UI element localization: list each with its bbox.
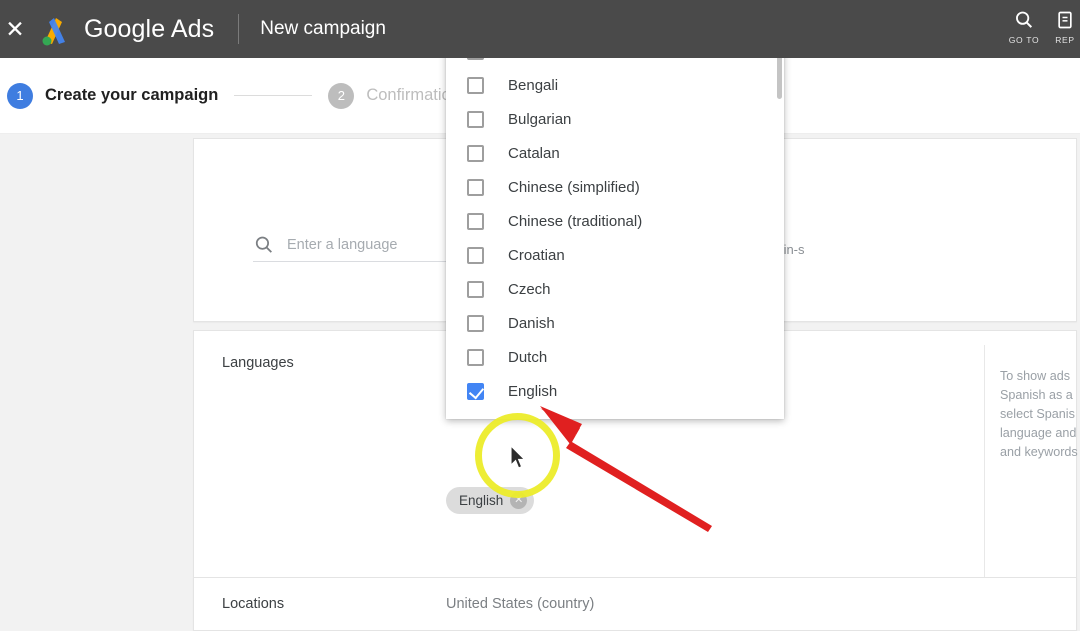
- go-to-button[interactable]: GO TO: [998, 0, 1050, 45]
- language-option-danish[interactable]: Danish: [446, 306, 784, 340]
- reports-label: REP: [1055, 35, 1075, 45]
- search-icon: [1016, 11, 1033, 28]
- report-icon: [1058, 11, 1072, 29]
- chip-label: English: [459, 493, 504, 508]
- screen-root: ✕ Google Ads New campaign GO TO REP 1 Cr…: [0, 0, 1080, 631]
- checkbox-unchecked-icon[interactable]: [467, 110, 484, 128]
- checkbox-unchecked-icon[interactable]: [467, 246, 484, 264]
- locations-value: United States (country): [446, 596, 595, 612]
- go-to-label: GO TO: [1008, 35, 1040, 45]
- language-option-label: Chinese (simplified): [508, 178, 640, 196]
- language-option-label: Croatian: [508, 246, 565, 264]
- language-option-chinese-traditional[interactable]: Chinese (traditional): [446, 204, 784, 238]
- watermark-text: 跨境小付哥: [967, 581, 1068, 603]
- language-option-croatian[interactable]: Croatian: [446, 238, 784, 272]
- app-bar: ✕ Google Ads New campaign GO TO REP: [0, 0, 1080, 58]
- language-option-bulgarian[interactable]: Bulgarian: [446, 102, 784, 136]
- checkbox-unchecked-icon[interactable]: [467, 144, 484, 162]
- close-icon[interactable]: ✕: [0, 17, 32, 41]
- appbar-divider: [238, 14, 240, 44]
- language-option-label: Bengali: [508, 76, 559, 94]
- mouse-cursor: [510, 445, 526, 469]
- checkbox-unchecked-icon[interactable]: [467, 280, 484, 298]
- campaign-subtitle: New campaign: [260, 18, 386, 39]
- stepper-item-create-campaign[interactable]: 1 Create your campaign: [7, 82, 219, 109]
- checkbox-unchecked-icon[interactable]: [467, 314, 484, 332]
- stepper-connector: [234, 95, 313, 96]
- language-option-dutch[interactable]: Dutch: [446, 340, 784, 374]
- appbar-actions: GO TO REP: [998, 0, 1080, 58]
- search-icon: [255, 236, 272, 253]
- reports-button[interactable]: REP: [1050, 0, 1080, 45]
- checkbox-unchecked-icon[interactable]: [467, 348, 484, 366]
- checkbox-unchecked-icon[interactable]: [467, 178, 484, 196]
- language-option-label: Czech: [508, 280, 551, 298]
- language-option-czech[interactable]: Czech: [446, 272, 784, 306]
- google-ads-logo-icon: [34, 12, 78, 46]
- language-option-label: Bulgarian: [508, 110, 572, 128]
- language-dropdown[interactable]: All languagesArabicBengaliBulgarianCatal…: [446, 0, 784, 419]
- wechat-icon: [934, 580, 960, 600]
- language-option-label: Chinese (traditional): [508, 212, 643, 230]
- language-option-catalan[interactable]: Catalan: [446, 136, 784, 170]
- step-number-2: 2: [328, 82, 355, 109]
- language-option-label: Danish: [508, 314, 555, 332]
- language-option-label: Catalan: [508, 144, 560, 162]
- language-option-label: Dutch: [508, 348, 548, 366]
- stepper-item-confirmation[interactable]: 2 Confirmation: [328, 82, 460, 109]
- watermark: 跨境小付哥: [934, 577, 1068, 604]
- language-option-chinese-simplified[interactable]: Chinese (simplified): [446, 170, 784, 204]
- languages-field-label: Languages: [222, 355, 294, 371]
- language-option-label: English: [508, 382, 558, 400]
- locations-field-label: Locations: [222, 596, 285, 612]
- checkbox-unchecked-icon[interactable]: [467, 212, 484, 230]
- red-arrow-annotation: [540, 406, 712, 532]
- brand-title: Google Ads: [84, 14, 215, 43]
- language-option-list: All languagesArabicBengaliBulgarianCatal…: [446, 0, 784, 408]
- checkbox-checked-icon[interactable]: [467, 382, 484, 400]
- languages-help-right: To show ads Spanish as a select Spanis l…: [1000, 369, 1078, 459]
- language-option-bengali[interactable]: Bengali: [446, 68, 784, 102]
- checkbox-unchecked-icon[interactable]: [467, 76, 484, 94]
- step-label-1: Create your campaign: [45, 86, 219, 104]
- step-number-1: 1: [7, 82, 33, 109]
